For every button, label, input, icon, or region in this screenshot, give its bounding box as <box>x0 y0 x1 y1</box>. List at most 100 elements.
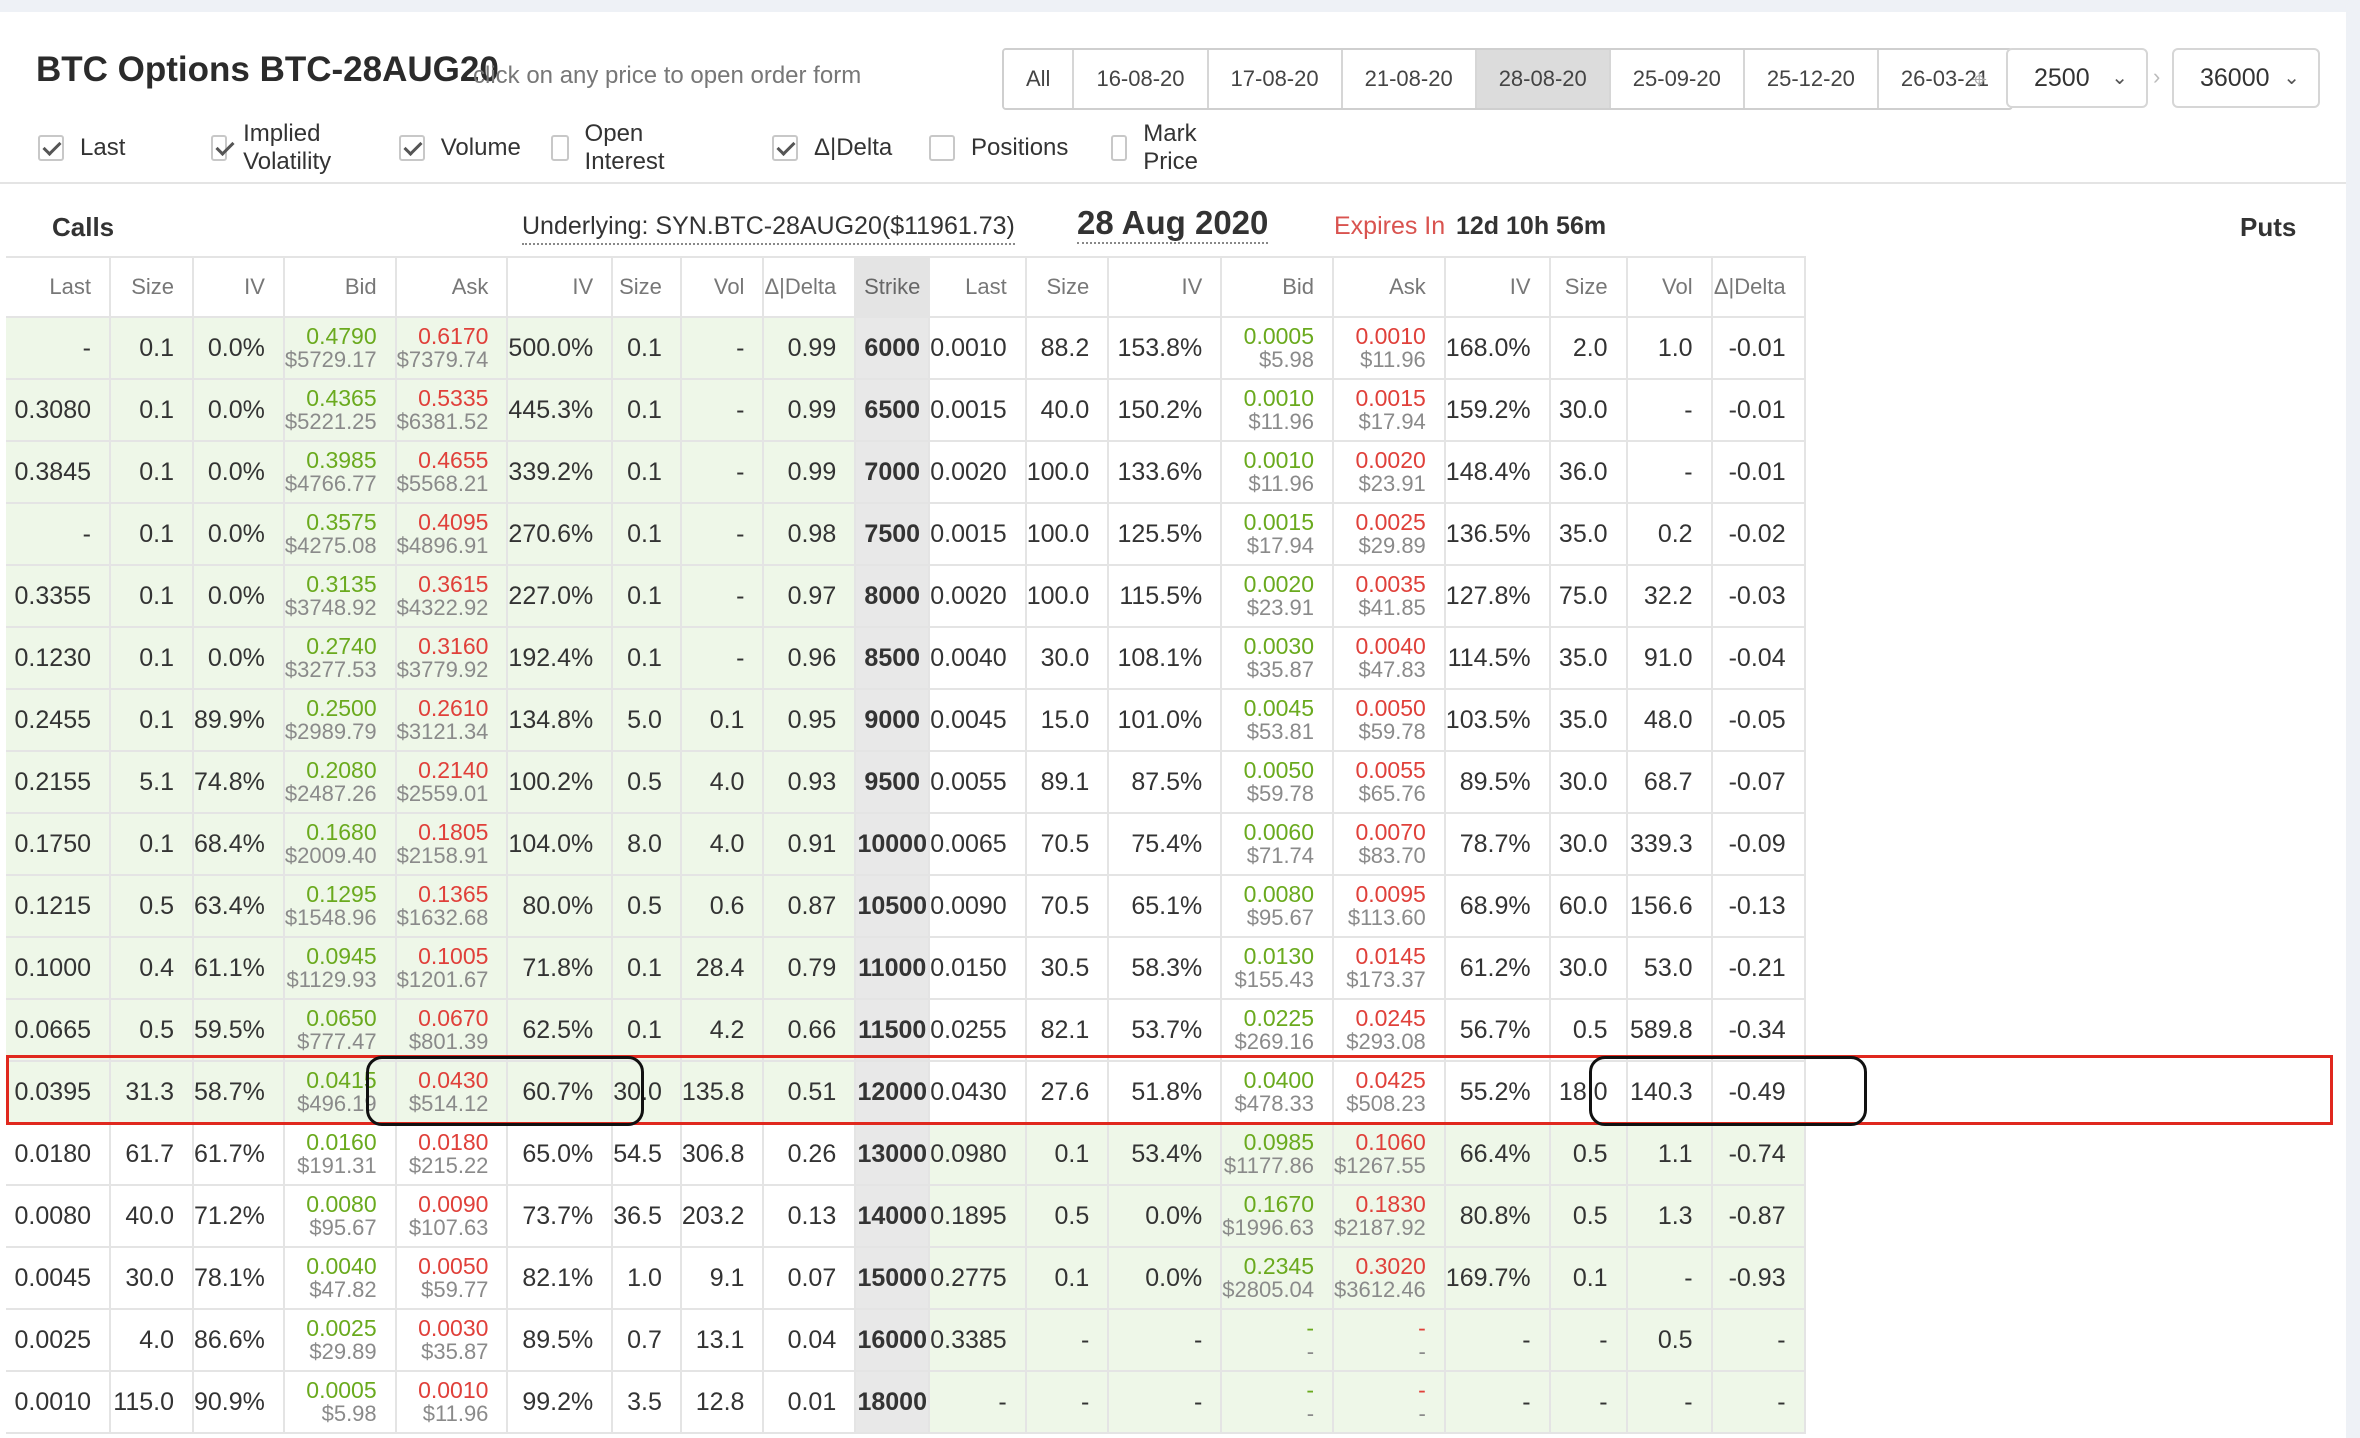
put-bid[interactable]: 0.0015 $17.94 <box>1221 503 1335 566</box>
put-ask[interactable]: 0.3020 $3612.46 <box>1333 1247 1446 1310</box>
call-bid[interactable]: 0.4365 $5221.25 <box>283 379 397 442</box>
put-ask[interactable]: 0.0040 $47.83 <box>1333 627 1446 690</box>
call-bid-btc[interactable]: 0.0415 <box>306 1068 376 1092</box>
call-ask-btc[interactable]: 0.4095 <box>418 510 488 534</box>
put-bid[interactable]: 0.0080 $95.67 <box>1221 875 1335 938</box>
call-bid[interactable]: 0.0080 $95.67 <box>283 1185 397 1248</box>
put-ask-btc[interactable]: - <box>1418 1316 1426 1340</box>
call-ask-btc[interactable]: 0.6170 <box>418 324 488 348</box>
put-ask-btc[interactable]: 0.0425 <box>1355 1068 1425 1092</box>
call-bid[interactable]: 0.2080 $2487.26 <box>283 751 397 814</box>
date-tab-25-12-20[interactable]: 25-12-20 <box>1742 50 1877 108</box>
filter--delta[interactable]: Δ|Delta <box>771 128 892 168</box>
put-bid[interactable]: 0.0050 $59.78 <box>1221 751 1335 814</box>
put-ask[interactable]: 0.0010 $11.96 <box>1333 317 1446 380</box>
call-bid[interactable]: 0.3575 $4275.08 <box>283 503 397 566</box>
put-bid[interactable]: 0.0005 $5.98 <box>1221 317 1335 380</box>
call-bid-btc[interactable]: 0.1680 <box>306 820 376 844</box>
checkbox[interactable] <box>771 135 798 161</box>
call-ask-btc[interactable]: 0.1005 <box>418 944 488 968</box>
call-ask-btc[interactable]: 0.2140 <box>418 758 488 782</box>
call-ask-btc[interactable]: 0.0010 <box>418 1378 488 1402</box>
put-bid-btc[interactable]: 0.0020 <box>1244 572 1314 596</box>
put-bid-btc[interactable]: 0.0400 <box>1244 1068 1314 1092</box>
put-ask-btc[interactable]: 0.0035 <box>1355 572 1425 596</box>
date-tab-all[interactable]: All <box>1004 50 1073 108</box>
put-bid[interactable]: 0.0010 $11.96 <box>1221 441 1335 504</box>
call-ask[interactable]: 0.2140 $2559.01 <box>395 751 509 814</box>
put-ask[interactable]: 0.0095 $113.60 <box>1333 875 1446 938</box>
call-bid-btc[interactable]: 0.4365 <box>306 386 376 410</box>
call-ask-btc[interactable]: 0.5335 <box>418 386 488 410</box>
put-bid[interactable]: -- <box>1221 1309 1335 1372</box>
put-bid-btc[interactable]: 0.0225 <box>1244 1006 1314 1030</box>
put-ask[interactable]: 0.0055 $65.76 <box>1333 751 1446 814</box>
strike-max-select[interactable]: 36000 ⌄ <box>2172 48 2320 108</box>
put-ask[interactable]: 0.0025 $29.89 <box>1333 503 1446 566</box>
put-ask-btc[interactable]: 0.0245 <box>1355 1006 1425 1030</box>
date-tab-25-09-20[interactable]: 25-09-20 <box>1608 50 1743 108</box>
put-bid-btc[interactable]: 0.0985 <box>1244 1130 1314 1154</box>
call-bid[interactable]: 0.1295 $1548.96 <box>283 875 397 938</box>
call-bid[interactable]: 0.0415 $496.19 <box>283 1061 397 1124</box>
call-bid-btc[interactable]: 0.3985 <box>306 448 376 472</box>
put-ask[interactable]: 0.0050 $59.78 <box>1333 689 1446 752</box>
call-ask[interactable]: 0.4655 $5568.21 <box>395 441 509 504</box>
date-tab-21-08-20[interactable]: 21-08-20 <box>1340 50 1475 108</box>
put-ask-btc[interactable]: 0.0145 <box>1355 944 1425 968</box>
put-ask[interactable]: 0.0245 $293.08 <box>1333 999 1446 1062</box>
call-ask-btc[interactable]: 0.3160 <box>418 634 488 658</box>
put-bid-btc[interactable]: 0.0060 <box>1244 820 1314 844</box>
call-bid[interactable]: 0.0160 $191.31 <box>283 1123 397 1186</box>
put-bid[interactable]: 0.0030 $35.87 <box>1221 627 1335 690</box>
call-bid[interactable]: 0.0650 $777.47 <box>283 999 397 1062</box>
put-bid[interactable]: 0.0045 $53.81 <box>1221 689 1335 752</box>
filter-volume[interactable]: Volume <box>398 128 521 168</box>
call-bid-btc[interactable]: 0.0945 <box>306 944 376 968</box>
put-ask[interactable]: 0.1830 $2187.92 <box>1333 1185 1446 1248</box>
call-bid-btc[interactable]: 0.2740 <box>306 634 376 658</box>
date-tab-16-08-20[interactable]: 16-08-20 <box>1072 50 1207 108</box>
date-tab-17-08-20[interactable]: 17-08-20 <box>1206 50 1341 108</box>
call-ask[interactable]: 0.5335 $6381.52 <box>395 379 509 442</box>
call-bid-btc[interactable]: 0.2500 <box>306 696 376 720</box>
call-ask[interactable]: 0.2610 $3121.34 <box>395 689 509 752</box>
call-ask-btc[interactable]: 0.0030 <box>418 1316 488 1340</box>
call-bid[interactable]: 0.0945 $1129.93 <box>283 937 397 1000</box>
call-bid-btc[interactable]: 0.1295 <box>306 882 376 906</box>
put-ask[interactable]: -- <box>1333 1309 1446 1372</box>
put-bid-btc[interactable]: 0.1670 <box>1244 1192 1314 1216</box>
put-ask-btc[interactable]: - <box>1418 1378 1426 1402</box>
filter-implied-volatility[interactable]: Implied Volatility <box>210 120 341 175</box>
call-bid-btc[interactable]: 0.0040 <box>306 1254 376 1278</box>
filter-positions[interactable]: Positions <box>929 128 1068 168</box>
call-ask-btc[interactable]: 0.1805 <box>418 820 488 844</box>
call-ask[interactable]: 0.1805 $2158.91 <box>395 813 509 876</box>
put-ask[interactable]: 0.0020 $23.91 <box>1333 441 1446 504</box>
checkbox[interactable] <box>210 135 228 161</box>
date-tab-28-08-20[interactable]: 28-08-20 <box>1474 50 1609 108</box>
call-bid-btc[interactable]: 0.0080 <box>306 1192 376 1216</box>
put-ask[interactable]: -- <box>1333 1371 1446 1434</box>
call-bid-btc[interactable]: 0.0160 <box>306 1130 376 1154</box>
put-ask-btc[interactable]: 0.0015 <box>1355 386 1425 410</box>
put-bid[interactable]: 0.0020 $23.91 <box>1221 565 1335 628</box>
call-ask-btc[interactable]: 0.2610 <box>418 696 488 720</box>
put-ask-btc[interactable]: 0.0010 <box>1355 324 1425 348</box>
put-bid-btc[interactable]: 0.0045 <box>1244 696 1314 720</box>
call-bid[interactable]: 0.3985 $4766.77 <box>283 441 397 504</box>
put-bid[interactable]: 0.0225 $269.16 <box>1221 999 1335 1062</box>
call-ask-btc[interactable]: 0.0430 <box>418 1068 488 1092</box>
call-ask-btc[interactable]: 0.0050 <box>418 1254 488 1278</box>
call-ask[interactable]: 0.0030 $35.87 <box>395 1309 509 1372</box>
call-ask-btc[interactable]: 0.4655 <box>418 448 488 472</box>
call-ask[interactable]: 0.0090 $107.63 <box>395 1185 509 1248</box>
call-bid[interactable]: 0.4790 $5729.17 <box>283 317 397 380</box>
call-ask[interactable]: 0.4095 $4896.91 <box>395 503 509 566</box>
put-ask-btc[interactable]: 0.1060 <box>1355 1130 1425 1154</box>
checkbox[interactable] <box>551 135 569 161</box>
put-bid-btc[interactable]: 0.0015 <box>1244 510 1314 534</box>
put-bid-btc[interactable]: - <box>1306 1316 1314 1340</box>
put-bid-btc[interactable]: 0.0050 <box>1244 758 1314 782</box>
put-ask-btc[interactable]: 0.0095 <box>1355 882 1425 906</box>
